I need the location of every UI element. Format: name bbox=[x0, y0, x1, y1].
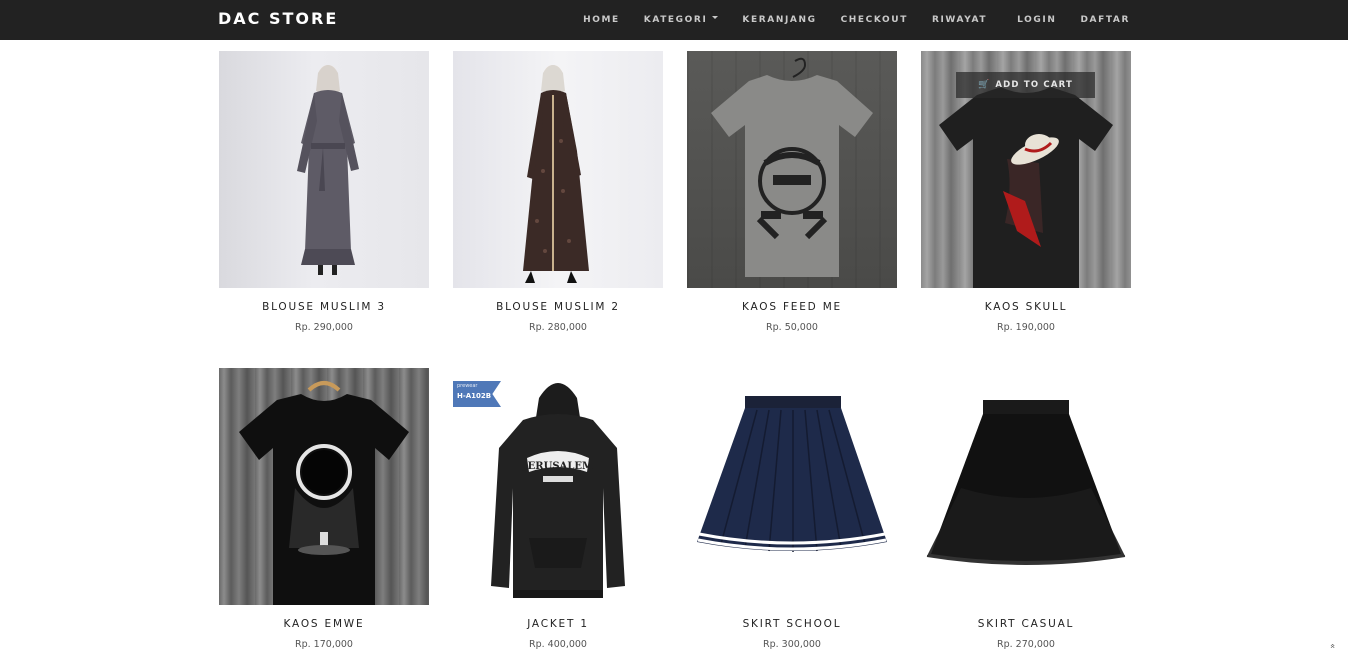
nav-checkout[interactable]: CHECKOUT bbox=[829, 15, 920, 25]
product-price: Rp. 300,000 bbox=[763, 639, 821, 650]
brand-logo[interactable]: DAC STORE bbox=[218, 9, 338, 28]
product-price: Rp. 270,000 bbox=[997, 639, 1055, 650]
black-tshirt-eclipse-illustration bbox=[239, 381, 409, 605]
nav-daftar-label: DAFTAR bbox=[1080, 15, 1130, 25]
product-image[interactable] bbox=[921, 368, 1131, 605]
add-to-cart-label: ADD TO CART bbox=[995, 80, 1074, 90]
black-tulle-skirt-illustration bbox=[926, 400, 1126, 565]
batik-dress-model-illustration bbox=[523, 65, 589, 283]
product-price: Rp. 190,000 bbox=[997, 322, 1055, 333]
product-card: BLOUSE MUSLIM 2 Rp. 280,000 bbox=[453, 51, 663, 333]
product-name[interactable]: BLOUSE MUSLIM 2 bbox=[453, 301, 663, 313]
nav-keranjang[interactable]: KERANJANG bbox=[730, 15, 828, 25]
product-card: 🛒 ADD TO CART KAOS SKULL Rp. 190,000 bbox=[921, 51, 1131, 333]
product-name[interactable]: KAOS EMWE bbox=[219, 618, 429, 630]
main-nav: HOME KATEGORI KERANJANG CHECKOUT RIWAYAT… bbox=[571, 0, 1130, 40]
product-name[interactable]: BLOUSE MUSLIM 3 bbox=[219, 301, 429, 313]
nav-checkout-label: CHECKOUT bbox=[840, 15, 908, 25]
product-image[interactable]: JERUSALEM prewear H-A102B bbox=[453, 368, 663, 605]
product-name[interactable]: SKIRT CASUAL bbox=[921, 618, 1131, 630]
product-image[interactable]: 🛒 ADD TO CART bbox=[921, 51, 1131, 288]
nav-kategori-dropdown[interactable]: KATEGORI bbox=[632, 15, 731, 25]
badge-code: H-A102B bbox=[457, 392, 492, 400]
product-name[interactable]: KAOS SKULL bbox=[921, 301, 1131, 313]
nav-daftar[interactable]: DAFTAR bbox=[1068, 15, 1130, 25]
gray-abaya-model-illustration bbox=[297, 65, 359, 275]
product-price: Rp. 280,000 bbox=[529, 322, 587, 333]
product-price: Rp. 290,000 bbox=[295, 322, 353, 333]
product-card: SKIRT CASUAL Rp. 270,000 bbox=[921, 368, 1131, 650]
nav-kategori-label: KATEGORI bbox=[643, 15, 708, 25]
hoodie-print-text: JERUSALEM bbox=[522, 461, 593, 472]
navy-pleated-skirt-illustration bbox=[697, 396, 887, 552]
product-card: KAOS FEED ME Rp. 50,000 bbox=[687, 51, 897, 333]
nav-riwayat[interactable]: RIWAYAT bbox=[920, 15, 1005, 25]
nav-riwayat-label: RIWAYAT bbox=[931, 15, 988, 25]
product-name[interactable]: KAOS FEED ME bbox=[687, 301, 897, 313]
nav-keranjang-label: KERANJANG bbox=[742, 15, 817, 25]
product-image[interactable] bbox=[219, 51, 429, 288]
double-chevron-up-icon[interactable]: « bbox=[1327, 643, 1337, 649]
product-image[interactable] bbox=[687, 368, 897, 605]
product-card: KAOS EMWE Rp. 170,000 bbox=[219, 368, 429, 650]
product-image[interactable] bbox=[219, 368, 429, 605]
product-price: Rp. 170,000 bbox=[295, 639, 353, 650]
product-card: SKIRT SCHOOL Rp. 300,000 bbox=[687, 368, 897, 650]
product-card: JERUSALEM prewear H-A102B JACKET 1 Rp. 4… bbox=[453, 368, 663, 650]
product-image[interactable] bbox=[687, 51, 897, 288]
caret-down-icon bbox=[712, 15, 719, 19]
nav-login[interactable]: LOGIN bbox=[1005, 15, 1068, 25]
nav-home[interactable]: HOME bbox=[571, 15, 632, 25]
gray-tshirt-illustration bbox=[711, 57, 873, 277]
product-name[interactable]: SKIRT SCHOOL bbox=[687, 618, 897, 630]
badge-brand: prewear bbox=[457, 383, 478, 389]
product-image[interactable] bbox=[453, 51, 663, 288]
nav-home-label: HOME bbox=[583, 15, 620, 25]
product-price: Rp. 400,000 bbox=[529, 639, 587, 650]
product-card: BLOUSE MUSLIM 3 Rp. 290,000 bbox=[219, 51, 429, 333]
product-name[interactable]: JACKET 1 bbox=[453, 618, 663, 630]
shopping-cart-icon: 🛒 bbox=[977, 80, 991, 90]
add-to-cart-button[interactable]: 🛒 ADD TO CART bbox=[956, 72, 1095, 98]
navbar: DAC STORE HOME KATEGORI KERANJANG CHECKO… bbox=[0, 0, 1348, 40]
product-price: Rp. 50,000 bbox=[766, 322, 818, 333]
nav-login-label: LOGIN bbox=[1017, 15, 1057, 25]
